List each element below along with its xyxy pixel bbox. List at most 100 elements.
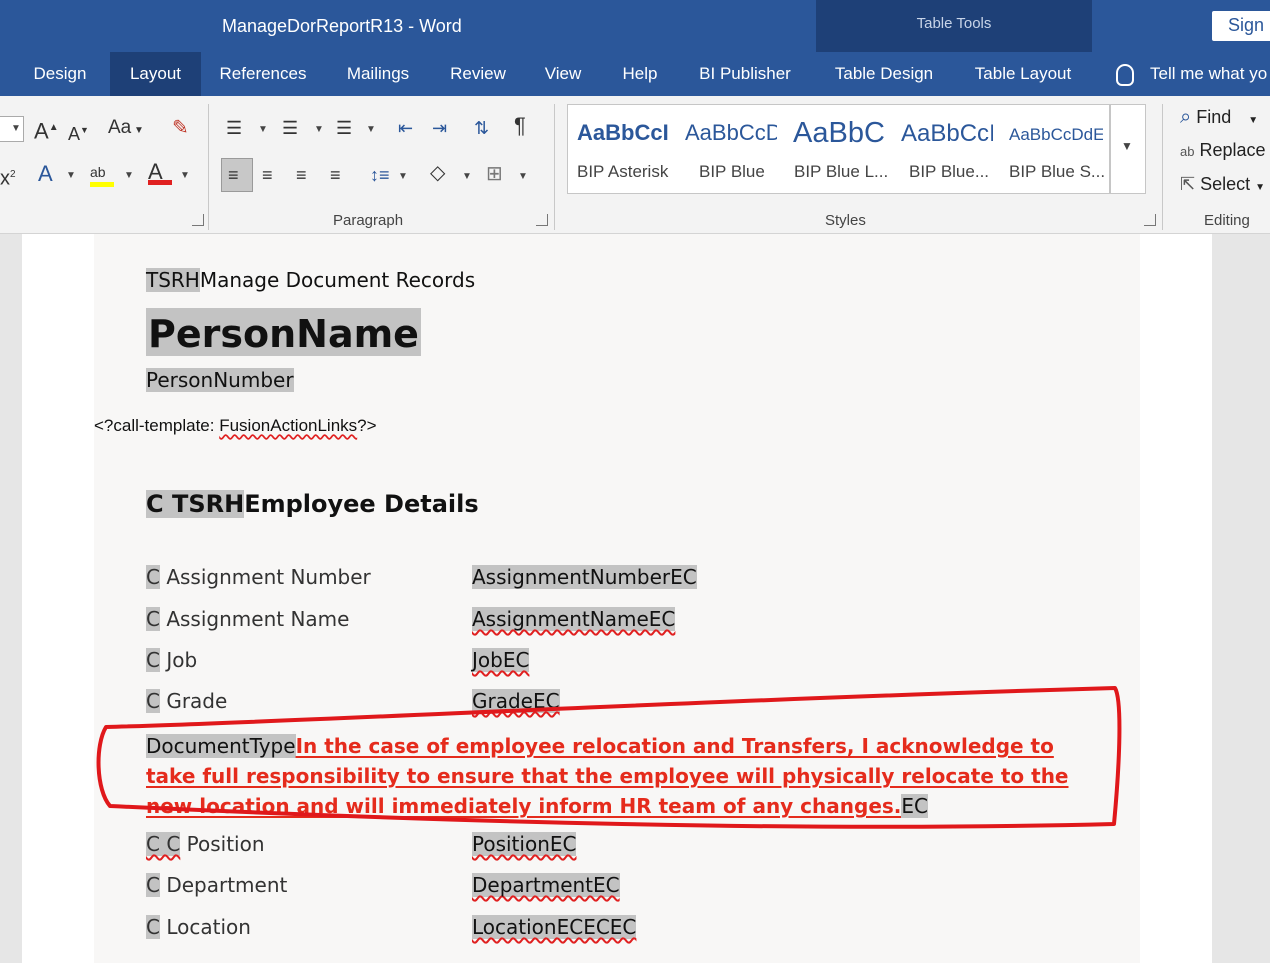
- borders-icon[interactable]: ⊞: [486, 162, 503, 186]
- change-case-icon[interactable]: Aa ▼: [108, 116, 144, 143]
- highlight-icon[interactable]: ab: [90, 160, 114, 187]
- row-value-assignment-number[interactable]: AssignmentNumberEC: [472, 565, 697, 589]
- row-label-position[interactable]: C C Position: [146, 832, 265, 856]
- row-label-department[interactable]: C Department: [146, 873, 287, 897]
- sort-icon[interactable]: ⇅: [474, 116, 489, 140]
- row-label-job[interactable]: C Job: [146, 648, 197, 672]
- sign-in-button[interactable]: Sign i: [1212, 11, 1270, 41]
- numbering-icon[interactable]: ☰: [282, 116, 298, 140]
- show-formatting-marks-icon[interactable]: ¶: [514, 114, 526, 138]
- document-type-paragraph[interactable]: DocumentTypeIn the case of employee relo…: [146, 731, 1086, 821]
- chevron-down-icon[interactable]: ▼: [518, 171, 528, 182]
- tsrh-field[interactable]: TSRH: [146, 268, 200, 292]
- chevron-down-icon[interactable]: ▼: [180, 170, 190, 181]
- ribbon-separator: [208, 104, 209, 230]
- clear-formatting-icon[interactable]: ✎: [172, 116, 189, 140]
- text-effects-icon[interactable]: A: [38, 162, 53, 186]
- row-label-location[interactable]: C Location: [146, 915, 251, 939]
- tab-help[interactable]: Help: [610, 52, 670, 96]
- find-button[interactable]: ⌕ Find ▼: [1180, 106, 1258, 129]
- tab-review[interactable]: Review: [440, 52, 516, 96]
- person-name-field[interactable]: PersonName: [146, 308, 421, 356]
- row-label-grade[interactable]: C Grade: [146, 689, 227, 713]
- chevron-down-icon[interactable]: ▼: [66, 170, 76, 181]
- row-label-assignment-name[interactable]: C Assignment Name: [146, 607, 349, 631]
- bullets-icon[interactable]: ☰: [226, 116, 242, 140]
- row-value-grade[interactable]: GradeEC: [472, 689, 560, 713]
- replace-icon: ab: [1180, 144, 1195, 159]
- styles-group-label: Styles: [825, 212, 866, 229]
- row-value-location[interactable]: LocationECECEC: [472, 915, 637, 939]
- chevron-down-icon[interactable]: ▼: [366, 124, 376, 135]
- style-name-bip-blue[interactable]: BIP Blue: [699, 162, 765, 182]
- tab-bi-publisher[interactable]: BI Publisher: [686, 52, 804, 96]
- search-icon: ⌕: [1180, 106, 1192, 128]
- chevron-down-icon[interactable]: ▼: [398, 171, 408, 182]
- style-name-bip-blue-s[interactable]: BIP Blue S...: [1009, 162, 1105, 182]
- call-template-name: FusionActionLinks: [219, 416, 358, 435]
- row-value-assignment-name[interactable]: AssignmentNameEC: [472, 607, 676, 631]
- row-value-department[interactable]: DepartmentEC: [472, 873, 620, 897]
- shading-icon[interactable]: ◇: [430, 161, 445, 185]
- style-name-bip-blue-l[interactable]: BIP Blue L...: [794, 162, 888, 182]
- chevron-down-icon[interactable]: ▼: [258, 124, 268, 135]
- ribbon-separator: [1162, 104, 1163, 230]
- font-dialog-launcher-icon[interactable]: [192, 214, 204, 226]
- style-sample-bip-blue-2[interactable]: AaBbCcI: [901, 120, 993, 148]
- style-sample-bip-blue[interactable]: AaBbCcD: [685, 120, 777, 146]
- font-size-box[interactable]: ▼: [0, 116, 24, 142]
- ribbon-separator: [554, 104, 555, 230]
- paragraph-dialog-launcher-icon[interactable]: [536, 214, 548, 226]
- lightbulb-icon: [1116, 63, 1134, 86]
- chevron-down-icon[interactable]: ▼: [124, 170, 134, 181]
- chevron-down-icon: ▼: [1248, 115, 1259, 126]
- section-title: Employee Details: [244, 490, 479, 518]
- style-sample-bip-asterisk[interactable]: AaBbCcI: [577, 120, 669, 146]
- styles-more-button[interactable]: ▼: [1110, 104, 1146, 194]
- tab-references[interactable]: References: [209, 52, 317, 96]
- tab-table-design[interactable]: Table Design: [822, 52, 946, 96]
- decrease-indent-icon[interactable]: ⇤: [398, 116, 413, 140]
- row-value-job[interactable]: JobEC: [472, 648, 530, 672]
- document-type-field[interactable]: DocumentType: [146, 734, 296, 758]
- section-prefix-field[interactable]: C TSRH: [146, 490, 245, 518]
- tab-mailings[interactable]: Mailings: [332, 52, 424, 96]
- select-button[interactable]: ⇱ Select ▼: [1180, 174, 1265, 195]
- chevron-down-icon: ▼: [1255, 182, 1266, 193]
- table-tools-label: Table Tools: [916, 15, 992, 32]
- style-name-bip-asterisk[interactable]: BIP Asterisk: [577, 162, 668, 182]
- window-title: ManageDorReportR13 - Word: [222, 16, 462, 36]
- cursor-icon: ⇱: [1180, 174, 1196, 194]
- font-color-icon[interactable]: A: [148, 160, 172, 185]
- section-heading[interactable]: C TSRHEmployee Details: [146, 490, 479, 518]
- row-value-position[interactable]: PositionEC: [472, 832, 577, 856]
- call-template-line[interactable]: <?call-template: FusionActionLinks?>: [94, 416, 377, 436]
- chevron-down-icon[interactable]: ▼: [462, 171, 472, 182]
- superscript-icon[interactable]: x2: [0, 163, 16, 191]
- tab-table-layout[interactable]: Table Layout: [962, 52, 1084, 96]
- replace-button[interactable]: ab Replace: [1180, 140, 1266, 161]
- tab-layout[interactable]: Layout: [110, 52, 201, 96]
- tab-view[interactable]: View: [532, 52, 594, 96]
- chevron-down-icon[interactable]: ▼: [314, 124, 324, 135]
- document-type-end-field[interactable]: EC: [901, 794, 928, 818]
- justify-icon[interactable]: ≡: [330, 163, 341, 187]
- grow-font-icon[interactable]: A▲: [34, 116, 59, 143]
- align-left-icon[interactable]: ≡: [228, 163, 239, 187]
- line-spacing-icon[interactable]: ↕≡: [370, 163, 390, 187]
- style-name-bip-blue-2[interactable]: BIP Blue...: [909, 162, 989, 182]
- style-sample-bip-blue-l[interactable]: AaBbC: [793, 117, 885, 150]
- document-heading[interactable]: TSRHManage Document Records: [146, 268, 475, 292]
- person-number-field[interactable]: PersonNumber: [146, 368, 294, 392]
- tell-me-search[interactable]: Tell me what yo: [1116, 52, 1267, 96]
- tab-design[interactable]: Design: [18, 52, 102, 96]
- multilevel-list-icon[interactable]: ☰: [336, 116, 352, 140]
- expand-gallery-icon: ▼: [1121, 139, 1133, 153]
- row-label-assignment-number[interactable]: C Assignment Number: [146, 565, 371, 589]
- style-sample-bip-blue-s[interactable]: AaBbCcDdE: [1009, 125, 1103, 145]
- align-right-icon[interactable]: ≡: [296, 163, 307, 187]
- styles-dialog-launcher-icon[interactable]: [1144, 214, 1156, 226]
- increase-indent-icon[interactable]: ⇥: [432, 116, 447, 140]
- center-icon[interactable]: ≡: [262, 163, 273, 187]
- shrink-font-icon[interactable]: A▼: [68, 118, 89, 146]
